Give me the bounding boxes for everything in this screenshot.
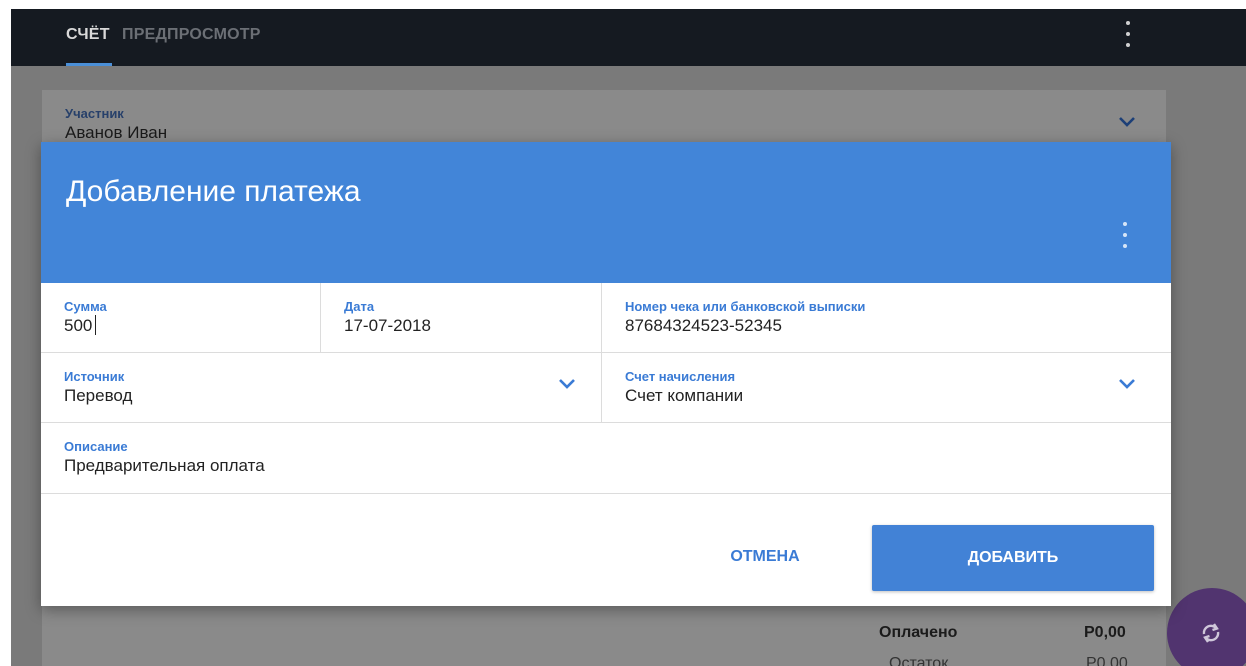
amount-label: Сумма [64,299,107,314]
active-tab-indicator [66,63,112,66]
chevron-down-icon[interactable] [558,378,576,390]
cancel-button[interactable]: ОТМЕНА [701,526,829,588]
receipt-number-label: Номер чека или банковской выписки [625,299,866,314]
description-field[interactable]: Описание Предварительная оплата [41,423,1171,494]
receipt-number-field[interactable]: Номер чека или банковской выписки 876843… [602,283,1171,353]
account-value[interactable]: Счет компании [625,386,743,406]
top-app-bar: СЧЁТ ПРЕДПРОСМОТР [11,9,1246,66]
amount-field[interactable]: Сумма 500 [41,283,321,353]
paid-value: Р0,00 [1084,624,1126,641]
paid-label: Оплачено [879,624,958,641]
account-label: Счет начисления [625,369,736,384]
receipt-number-input[interactable]: 87684324523-52345 [625,316,782,336]
date-field[interactable]: Дата 17-07-2018 [321,283,602,353]
text-cursor [95,315,96,335]
tab-preview[interactable]: ПРЕДПРОСМОТР [122,26,261,44]
date-label: Дата [344,299,375,314]
source-label: Источник [64,369,125,384]
tab-invoice[interactable]: СЧЁТ [66,26,110,44]
description-label: Описание [64,439,128,454]
chevron-down-icon[interactable] [1118,116,1136,128]
dialog-header: Добавление платежа [41,142,1171,283]
chevron-down-icon[interactable] [1118,378,1136,390]
sync-icon [1197,619,1225,652]
description-input[interactable]: Предварительная оплата [64,456,265,476]
date-input[interactable]: 17-07-2018 [344,316,431,336]
remaining-value: Р0,00 [1086,655,1128,666]
remaining-label: Остаток [889,655,949,666]
source-value[interactable]: Перевод [64,386,132,406]
participant-label: Участник [65,106,124,121]
amount-input[interactable]: 500 [64,316,92,336]
account-select[interactable]: Счет начисления Счет компании [602,353,1171,423]
add-button[interactable]: ДОБАВИТЬ [872,525,1154,591]
app-window: СЧЁТ ПРЕДПРОСМОТР Участник Аванов Иван О… [11,9,1246,666]
source-select[interactable]: Источник Перевод [41,353,602,423]
more-vert-icon[interactable] [1116,222,1134,248]
dialog-title: Добавление платежа [66,175,361,208]
more-vert-icon[interactable] [1118,21,1138,47]
participant-value[interactable]: Аванов Иван [65,123,167,143]
add-payment-dialog: Добавление платежа Сумма 500 Дата 17-07-… [41,142,1171,606]
